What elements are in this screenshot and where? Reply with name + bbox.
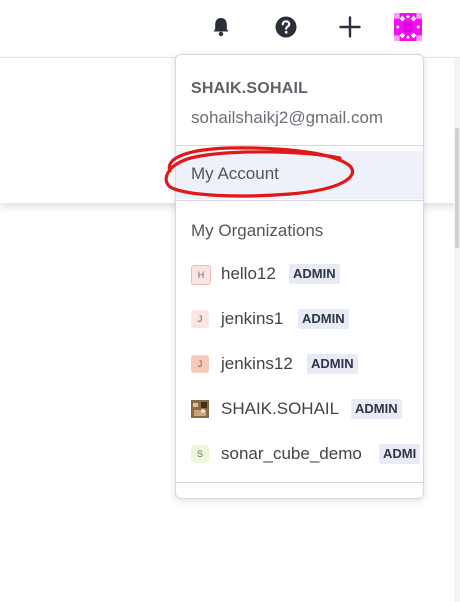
photo-icon bbox=[191, 400, 209, 418]
admin-badge: ADMIN bbox=[307, 354, 358, 374]
organization-name: jenkins1 bbox=[221, 309, 284, 328]
organization-name: sonar_cube_demo bbox=[221, 444, 362, 463]
organization-avatar: S bbox=[191, 445, 209, 463]
organization-name: SHAIK.SOHAIL bbox=[221, 399, 340, 418]
admin-badge: ADMIN bbox=[351, 399, 402, 419]
bell-icon-graphic bbox=[213, 18, 229, 37]
menu-divider bbox=[176, 200, 423, 201]
page-scrollbar[interactable] bbox=[454, 58, 460, 602]
plus-icon-graphic bbox=[339, 16, 361, 38]
avatar-identicon bbox=[394, 13, 422, 41]
bell-icon[interactable] bbox=[207, 13, 235, 41]
plus-icon[interactable] bbox=[336, 13, 364, 41]
account-dropdown-menu: SHAIK.SOHAIL sohailshaikj2@gmail.com My … bbox=[175, 54, 424, 499]
organization-item[interactable]: S sonar_cube_demo ADMI bbox=[191, 441, 423, 471]
organization-item[interactable]: J jenkins1 ADMIN bbox=[191, 306, 423, 336]
admin-badge: ADMIN bbox=[298, 309, 349, 329]
user-avatar[interactable] bbox=[394, 13, 422, 41]
scrollbar-thumb[interactable] bbox=[455, 128, 459, 248]
organization-item[interactable]: J jenkins12 ADMIN bbox=[191, 351, 423, 381]
organizations-heading: My Organizations bbox=[191, 221, 324, 240]
organization-item[interactable]: SHAIK.SOHAIL ADMIN bbox=[191, 396, 423, 426]
organization-name: jenkins12 bbox=[221, 354, 293, 373]
help-icon-graphic bbox=[275, 16, 297, 38]
organization-avatar: J bbox=[191, 310, 209, 328]
organization-avatar-image bbox=[191, 400, 209, 418]
admin-badge: ADMIN bbox=[289, 264, 340, 284]
help-icon[interactable] bbox=[272, 13, 300, 41]
account-email: sohailshaikj2@gmail.com bbox=[191, 108, 384, 127]
organization-name: hello12 bbox=[221, 264, 276, 283]
organization-avatar: H bbox=[191, 265, 211, 285]
organization-initial: H bbox=[197, 270, 205, 280]
menu-divider bbox=[176, 482, 423, 483]
my-account-menu-item[interactable]: My Account bbox=[176, 151, 423, 199]
organization-initial: J bbox=[197, 359, 203, 369]
organization-avatar: J bbox=[191, 355, 209, 373]
account-username: SHAIK.SOHAIL bbox=[191, 80, 309, 97]
my-account-label: My Account bbox=[191, 164, 279, 183]
organization-item[interactable]: H hello12 ADMIN bbox=[191, 261, 423, 291]
organization-initial: J bbox=[197, 314, 203, 324]
admin-badge: ADMI bbox=[379, 444, 421, 464]
organization-initial: S bbox=[196, 449, 203, 459]
top-bar bbox=[0, 0, 460, 58]
menu-divider bbox=[176, 145, 423, 146]
